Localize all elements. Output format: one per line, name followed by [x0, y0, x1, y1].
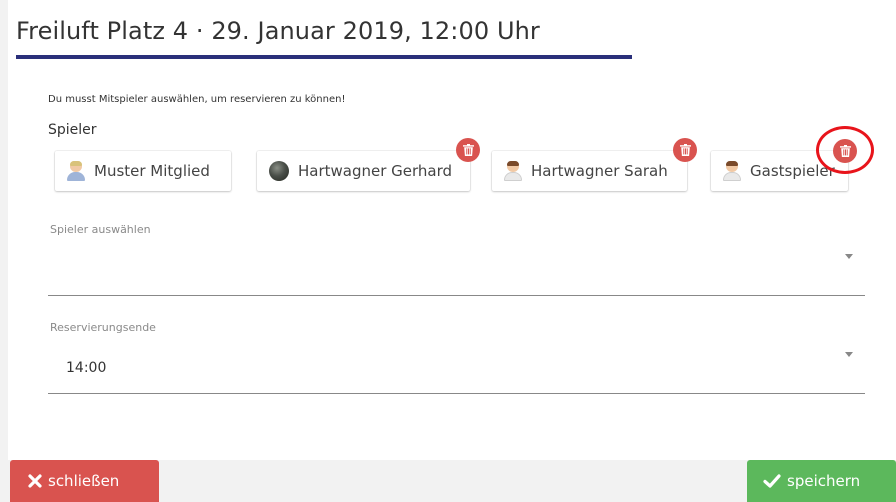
male-avatar-icon — [67, 161, 85, 181]
players-label: Spieler — [48, 122, 97, 138]
page-title: Freiluft Platz 4 · 29. Januar 2019, 12:0… — [16, 17, 540, 45]
reservation-end-select[interactable]: 14:00 — [48, 336, 865, 394]
player-chip-hartwagner-sarah: Hartwagner Sarah — [492, 151, 687, 191]
female-avatar-icon — [504, 161, 522, 181]
female-avatar-icon — [723, 161, 741, 181]
highlight-circle — [816, 126, 874, 174]
hint-text: Du musst Mitspieler auswählen, um reserv… — [48, 94, 346, 105]
close-icon — [28, 474, 42, 488]
player-chip-hartwagner-gerhard: Hartwagner Gerhard — [257, 151, 470, 191]
save-button[interactable]: speichern — [747, 460, 896, 502]
remove-player-button[interactable] — [673, 138, 697, 162]
end-select-label: Reservierungsende — [50, 321, 156, 334]
title-underline — [16, 55, 632, 59]
player-name: Muster Mitglied — [94, 162, 210, 180]
player-select[interactable] — [48, 238, 865, 296]
player-select-label: Spieler auswählen — [50, 223, 151, 236]
player-name: Hartwagner Sarah — [531, 162, 668, 180]
chevron-down-icon — [845, 352, 853, 357]
photo-avatar — [269, 161, 289, 181]
player-name: Hartwagner Gerhard — [298, 162, 453, 180]
trash-icon — [679, 144, 691, 156]
trash-icon — [462, 144, 474, 156]
close-button[interactable]: schließen — [10, 460, 159, 502]
check-icon — [763, 474, 781, 488]
close-button-label: schließen — [48, 472, 120, 490]
player-chip-muster-mitglied: Muster Mitglied — [55, 151, 231, 191]
save-button-label: speichern — [787, 472, 861, 490]
remove-player-button[interactable] — [456, 138, 480, 162]
chevron-down-icon — [845, 254, 853, 259]
reservation-end-value: 14:00 — [66, 360, 107, 376]
